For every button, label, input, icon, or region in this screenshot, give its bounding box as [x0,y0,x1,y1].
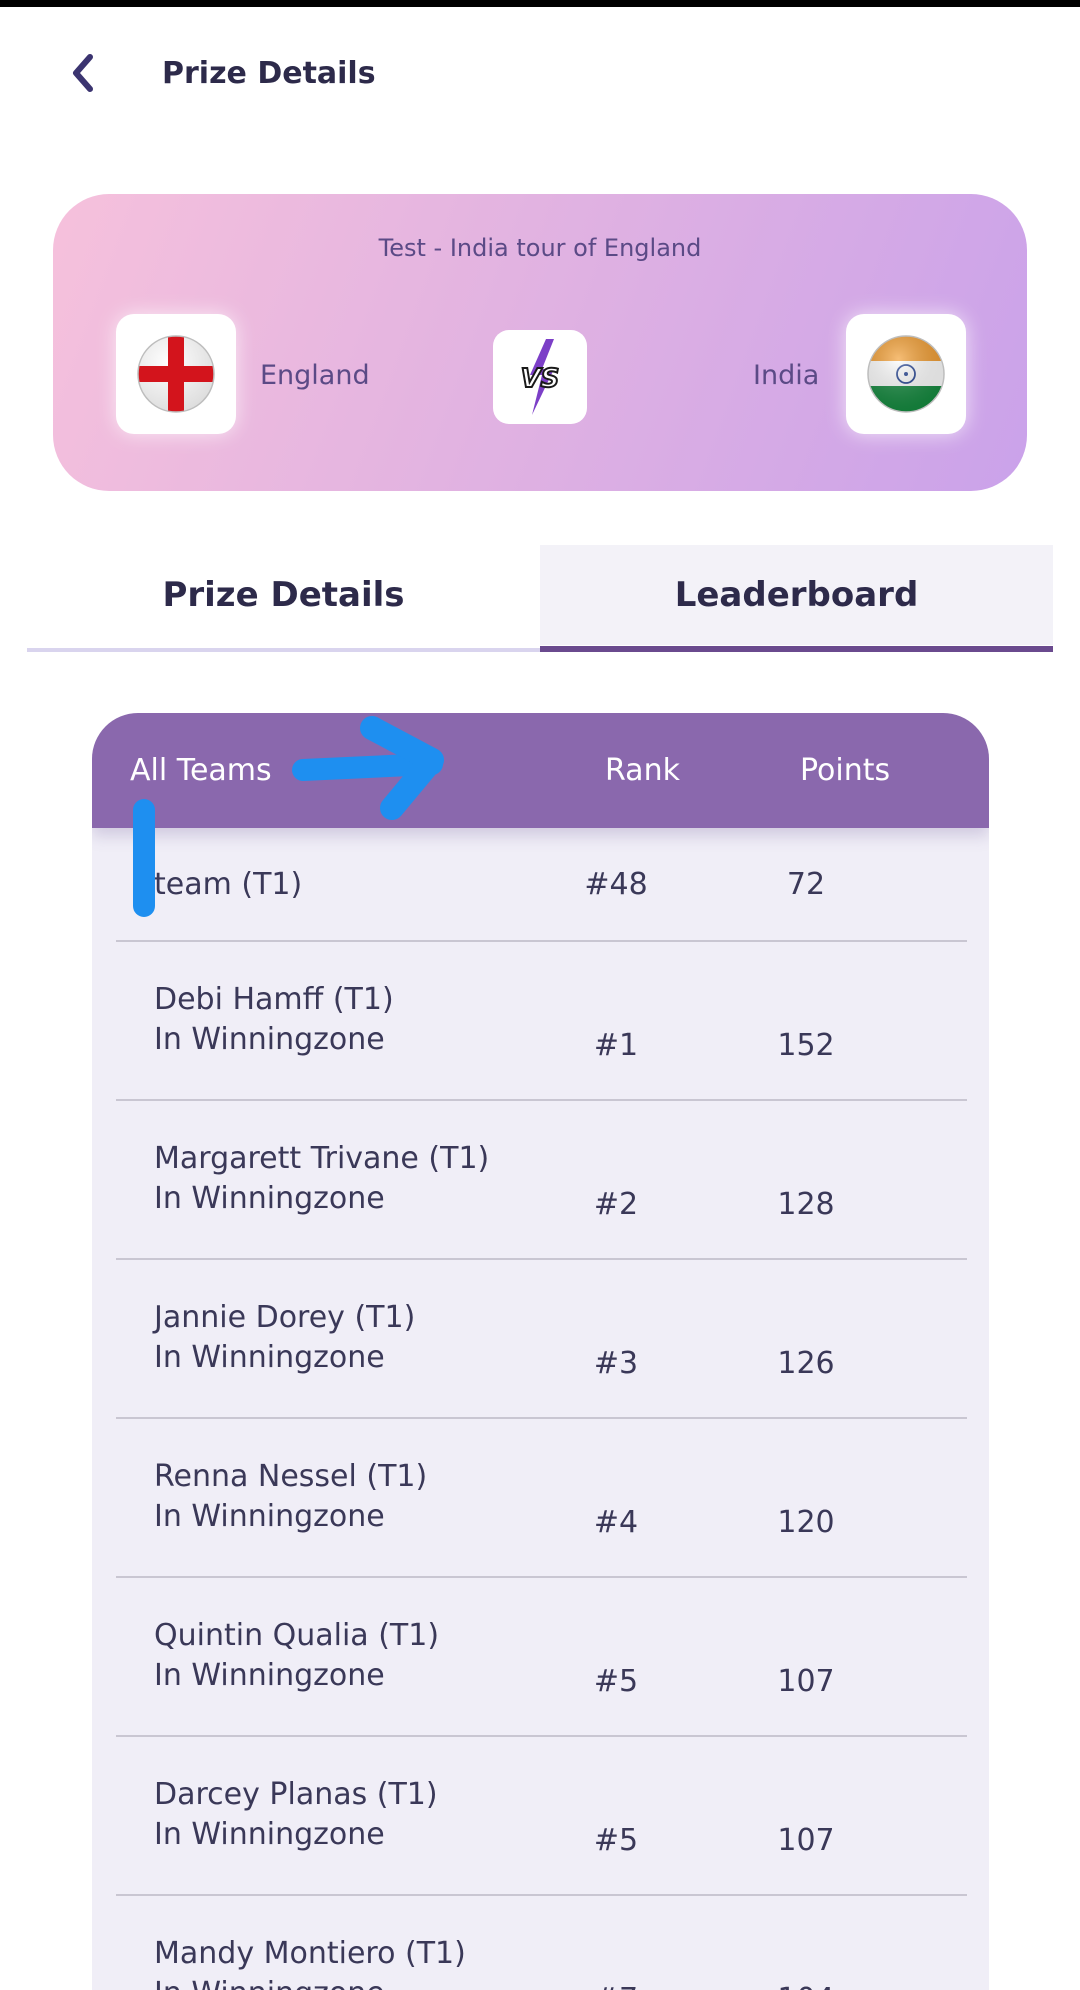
row-rank: #48 [584,867,648,902]
leaderboard-rows: team (T1) #48 72 Debi Hamff (T1) In Winn… [116,828,967,1990]
row-rank: #2 [593,1187,639,1222]
table-row[interactable]: Margarett Trivane (T1) In Winningzone #2… [116,1101,967,1260]
app-header: Prize Details [0,30,1080,120]
back-button[interactable] [58,48,108,98]
england-flag [116,314,236,434]
tab-active-indicator [540,646,1053,652]
column-header-rank: Rank [605,753,680,788]
row-zone-status: In Winningzone [154,1976,385,1990]
table-row[interactable]: team (T1) #48 72 [116,828,967,942]
column-header-teams[interactable]: All Teams [130,753,272,788]
india-flag [846,314,966,434]
team-right-name: India [753,360,820,391]
row-team-name: Quintin Qualia (T1) [154,1618,440,1653]
row-zone-status: In Winningzone [154,1022,385,1057]
chevron-left-icon [73,54,93,92]
row-zone-status: In Winningzone [154,1181,385,1216]
row-zone-status: In Winningzone [154,1817,385,1852]
table-row[interactable]: Jannie Dorey (T1) In Winningzone #3 126 [116,1260,967,1419]
page-title: Prize Details [162,56,376,91]
row-rank: #5 [593,1823,639,1858]
row-zone-status: In Winningzone [154,1499,385,1534]
row-team-name: Mandy Montiero (T1) [154,1936,466,1971]
leaderboard-header: All Teams Rank Points [92,713,989,828]
row-zone-status: In Winningzone [154,1658,385,1693]
tab-leaderboard[interactable]: Leaderboard [540,545,1053,645]
row-rank: #4 [593,1505,639,1540]
tab-bar: Prize Details Leaderboard [27,545,1053,653]
england-flag-icon [137,335,215,413]
row-team-name: team (T1) [154,867,303,902]
tab-prize-details[interactable]: Prize Details [27,545,540,645]
row-points: 128 [777,1187,835,1222]
match-title: Test - India tour of England [378,234,702,262]
row-rank: #1 [593,1028,639,1063]
row-points: 104 [766,1982,846,1990]
row-team-name: Debi Hamff (T1) [154,982,394,1017]
match-card: Test - India tour of England England VS [53,194,1027,491]
row-points: 120 [777,1505,835,1540]
row-rank: #7 [576,1982,656,1990]
status-bar [0,0,1080,7]
vs-badge: VS [493,330,587,424]
team-left-name: England [260,360,370,391]
table-row[interactable]: Renna Nessel (T1) In Winningzone #4 120 [116,1419,967,1578]
row-points: 107 [777,1823,835,1858]
row-zone-status: In Winningzone [154,1340,385,1375]
table-row[interactable]: Quintin Qualia (T1) In Winningzone #5 10… [116,1578,967,1737]
row-team-name: Renna Nessel (T1) [154,1459,428,1494]
row-points: 72 [786,867,826,902]
table-row[interactable]: Darcey Planas (T1) In Winningzone #5 107 [116,1737,967,1896]
row-points: 152 [777,1028,835,1063]
svg-text:VS: VS [521,364,560,394]
row-team-name: Darcey Planas (T1) [154,1777,438,1812]
row-points: 107 [777,1664,835,1699]
row-rank: #3 [593,1346,639,1381]
table-row[interactable]: Debi Hamff (T1) In Winningzone #1 152 [116,942,967,1101]
india-flag-icon [867,335,945,413]
row-team-name: Margarett Trivane (T1) [154,1141,490,1176]
table-row[interactable]: Mandy Montiero (T1) In Winningzone #7 10… [116,1896,967,1990]
vs-lightning-icon: VS [520,339,560,415]
column-header-points: Points [800,753,891,788]
row-team-name: Jannie Dorey (T1) [154,1300,416,1335]
leaderboard-table: All Teams Rank Points team (T1) #48 72 D… [92,713,989,1990]
row-rank: #5 [593,1664,639,1699]
row-points: 126 [777,1346,835,1381]
